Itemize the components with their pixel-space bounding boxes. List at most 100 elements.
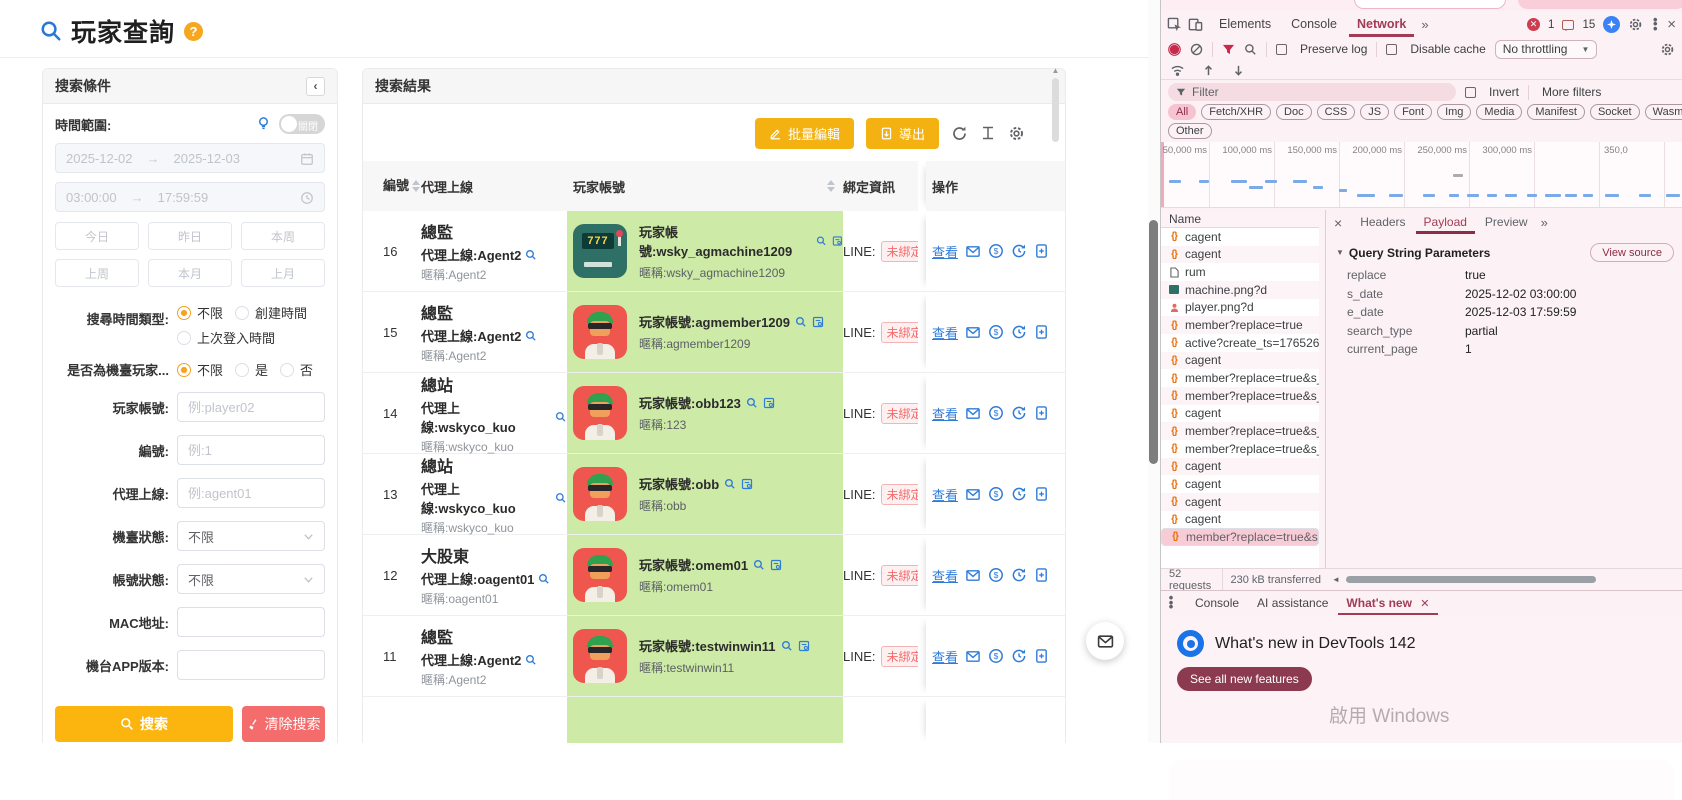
radio-label[interactable]: 創建時間 xyxy=(255,303,307,322)
search-icon[interactable] xyxy=(555,492,567,504)
ai-assistance-icon[interactable] xyxy=(1603,16,1620,33)
drawer-tab-ai[interactable]: AI assistance xyxy=(1249,591,1336,616)
close-devtools-icon[interactable]: × xyxy=(1667,16,1676,33)
request-name[interactable]: member?replace=true&s_... xyxy=(1185,424,1319,438)
collapse-panel-button[interactable]: ‹ xyxy=(306,77,325,96)
chip-other[interactable]: Other xyxy=(1168,123,1212,139)
view-link[interactable]: 查看 xyxy=(932,485,958,504)
radio-label[interactable]: 上次登入時間 xyxy=(197,328,275,347)
close-tab-icon[interactable]: ✕ xyxy=(1420,598,1429,610)
quick-lastmonth-button[interactable]: 上月 xyxy=(241,259,325,287)
request-name[interactable]: member?replace=true&s_... xyxy=(1185,389,1319,403)
search-icon[interactable] xyxy=(816,235,827,247)
scroll-up-arrow[interactable]: ▲ xyxy=(1050,66,1061,75)
request-name[interactable]: rum xyxy=(1185,265,1206,279)
mail-icon[interactable] xyxy=(965,487,981,502)
request-row[interactable]: {}cagent xyxy=(1161,493,1319,511)
time-range-toggle[interactable]: 關閉 xyxy=(279,114,325,134)
request-row[interactable]: {}cagent xyxy=(1161,405,1319,423)
export-har-icon[interactable] xyxy=(1232,62,1245,76)
tab-preview[interactable]: Preview xyxy=(1477,211,1536,234)
chip-fetch-xhr[interactable]: Fetch/XHR xyxy=(1201,104,1271,120)
mail-icon[interactable] xyxy=(965,568,981,583)
document-icon[interactable] xyxy=(1034,405,1049,421)
request-name[interactable]: member?replace=true&s_... xyxy=(1186,530,1319,544)
mail-icon[interactable] xyxy=(965,406,981,421)
contact-mail-fab[interactable] xyxy=(1086,622,1124,660)
app-version-input[interactable] xyxy=(177,650,325,680)
search-icon[interactable] xyxy=(555,411,567,423)
radio-label[interactable]: 不限 xyxy=(197,303,223,322)
request-row[interactable]: {}member?replace=true&s_... xyxy=(1161,422,1319,440)
refresh-clock-icon[interactable] xyxy=(1011,567,1027,583)
search-icon[interactable] xyxy=(525,249,537,261)
tab-network[interactable]: Network xyxy=(1349,12,1414,37)
help-icon[interactable]: ? xyxy=(184,22,203,41)
refresh-clock-icon[interactable] xyxy=(1011,648,1027,664)
chip-manifest[interactable]: Manifest xyxy=(1527,104,1585,120)
dollar-icon[interactable]: $ xyxy=(988,486,1004,502)
invert-label[interactable]: Invert xyxy=(1489,85,1519,99)
error-count[interactable]: 1 xyxy=(1548,19,1554,31)
settings-gear-icon[interactable] xyxy=(1628,17,1643,32)
clear-icon[interactable] xyxy=(1190,42,1203,56)
document-icon[interactable] xyxy=(1034,324,1049,340)
request-row[interactable]: {}cagent xyxy=(1161,475,1319,493)
quick-thisweek-button[interactable]: 本周 xyxy=(241,222,325,250)
refresh-clock-icon[interactable] xyxy=(1011,486,1027,502)
disable-cache-label[interactable]: Disable cache xyxy=(1410,42,1485,56)
request-row[interactable]: {}cagent xyxy=(1161,511,1319,529)
search-icon[interactable] xyxy=(1244,42,1257,56)
drawer-tab-console[interactable]: Console xyxy=(1187,591,1247,616)
request-name[interactable]: player.png?d xyxy=(1185,300,1254,314)
mail-icon[interactable] xyxy=(965,325,981,340)
error-icon[interactable]: ✕ xyxy=(1527,18,1540,31)
row-height-icon[interactable] xyxy=(980,125,996,141)
view-link[interactable]: 查看 xyxy=(932,566,958,585)
tab-console[interactable]: Console xyxy=(1283,12,1345,37)
request-name[interactable]: cagent xyxy=(1185,353,1221,367)
mac-address-input[interactable] xyxy=(177,607,325,637)
view-link[interactable]: 查看 xyxy=(932,404,958,423)
issue-count[interactable]: 15 xyxy=(1582,19,1595,31)
collapse-triangle-icon[interactable]: ▼ xyxy=(1336,248,1344,257)
batch-edit-button[interactable]: 批量編輯 xyxy=(755,118,854,149)
request-row[interactable]: {}cagent xyxy=(1161,246,1319,264)
request-name[interactable]: cagent xyxy=(1185,477,1221,491)
search-icon[interactable] xyxy=(746,397,758,409)
tab-payload[interactable]: Payload xyxy=(1416,211,1475,234)
search-icon[interactable] xyxy=(525,654,537,666)
request-name[interactable]: machine.png?d xyxy=(1185,283,1267,297)
radio-create-time[interactable] xyxy=(235,306,249,320)
request-name[interactable]: cagent xyxy=(1185,247,1221,261)
chip-media[interactable]: Media xyxy=(1476,104,1522,120)
request-name[interactable]: cagent xyxy=(1185,512,1221,526)
sort-icon[interactable] xyxy=(827,180,835,192)
invert-checkbox[interactable] xyxy=(1465,87,1476,98)
request-row[interactable]: rum xyxy=(1161,263,1319,281)
dollar-icon[interactable]: $ xyxy=(988,567,1004,583)
search-icon[interactable] xyxy=(795,316,807,328)
scrollbar-thumb[interactable] xyxy=(1149,220,1158,464)
col-no[interactable]: 編號 xyxy=(383,178,409,194)
request-row[interactable]: {}cagent xyxy=(1161,352,1319,370)
refresh-clock-icon[interactable] xyxy=(1011,405,1027,421)
agent-line-input[interactable] xyxy=(177,478,325,508)
search-icon[interactable] xyxy=(724,478,736,490)
search-icon[interactable] xyxy=(525,330,537,342)
disable-cache-checkbox[interactable] xyxy=(1386,44,1397,55)
drawer-kebab-icon[interactable]: ••• xyxy=(1167,596,1175,610)
filter-funnel-icon[interactable] xyxy=(1222,42,1235,56)
request-name[interactable]: member?replace=true&s_... xyxy=(1185,371,1319,385)
quick-today-button[interactable]: 今日 xyxy=(55,222,139,250)
request-name[interactable]: member?replace=true&s_... xyxy=(1185,442,1319,456)
request-name[interactable]: cagent xyxy=(1185,495,1221,509)
radio-unlimited[interactable] xyxy=(177,363,191,377)
preserve-log-checkbox[interactable] xyxy=(1276,44,1287,55)
tab-elements[interactable]: Elements xyxy=(1211,12,1279,37)
request-name[interactable]: cagent xyxy=(1185,459,1221,473)
radio-label[interactable]: 不限 xyxy=(197,360,223,379)
scrollbar-thumb[interactable] xyxy=(1052,78,1059,142)
view-source-button[interactable]: View source xyxy=(1590,243,1674,262)
query-string-section-title[interactable]: Query String Parameters xyxy=(1349,246,1490,260)
